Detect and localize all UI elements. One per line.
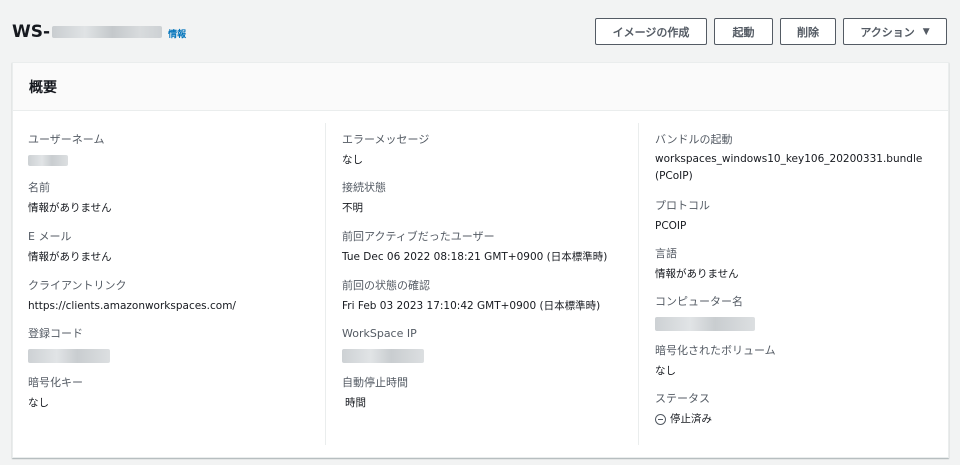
summary-column-1: ユーザーネーム 名前 情報がありません E メール 情報がありません クライアン… <box>28 123 324 445</box>
field-workspace-ip: WorkSpace IP <box>342 327 424 367</box>
summary-column-2: エラーメッセージ なし 接続状態 不明 前回アクティブだったユーザー Tue D… <box>325 123 638 445</box>
redacted-username <box>28 155 68 166</box>
auto-stop-time-label: 自動停止時間 <box>342 376 408 389</box>
redacted-computer-name <box>655 317 755 331</box>
panel-title: 概要 <box>29 79 57 96</box>
field-email: E メール 情報がありません <box>28 230 112 264</box>
name-value: 情報がありません <box>28 202 112 214</box>
field-last-active-user: 前回アクティブだったユーザー Tue Dec 06 2022 08:18:21 … <box>342 230 607 264</box>
summary-columns: ユーザーネーム 名前 情報がありません E メール 情報がありません クライアン… <box>13 111 948 457</box>
protocol-value: PCOIP <box>655 220 687 232</box>
summary-panel: 概要 ユーザーネーム 名前 情報がありません E メール 情報がありません クラ… <box>12 62 949 458</box>
connection-state-value: 不明 <box>342 202 363 214</box>
encryption-key-value: なし <box>28 397 49 409</box>
actions-label: アクション <box>860 25 915 39</box>
status-value: 停止済み <box>655 412 712 426</box>
registration-code-label: 登録コード <box>28 327 83 340</box>
last-state-check-value: Fri Feb 03 2023 17:10:42 GMT+0900 (日本標準時… <box>342 300 601 312</box>
delete-button[interactable]: 削除 <box>780 18 836 45</box>
email-label: E メール <box>28 230 72 243</box>
workspace-title: WS- 情報 <box>12 22 186 42</box>
encryption-key-label: 暗号化キー <box>28 376 83 389</box>
workspace-id-prefix: WS- <box>12 22 51 42</box>
panel-header: 概要 <box>13 63 948 111</box>
redacted-registration-code <box>28 349 110 363</box>
caret-down-icon: ▼ <box>922 26 930 37</box>
encrypted-volume-value: なし <box>655 365 676 377</box>
summary-column-3: バンドルの起動 workspaces_windows10_key106_2020… <box>638 123 938 445</box>
language-label: 言語 <box>655 247 677 260</box>
client-link-label: クライアントリンク <box>28 279 127 292</box>
start-button[interactable]: 起動 <box>714 18 773 45</box>
computer-name-label: コンピューター名 <box>655 295 743 308</box>
status-label: ステータス <box>655 392 710 405</box>
redacted-workspace-ip <box>342 349 424 363</box>
error-message-value: なし <box>342 154 363 166</box>
field-bundle: バンドルの起動 workspaces_windows10_key106_2020… <box>655 133 935 185</box>
field-username: ユーザーネーム <box>28 133 104 170</box>
email-value: 情報がありません <box>28 251 112 263</box>
field-language: 言語 情報がありません <box>655 247 739 281</box>
status-text: 停止済み <box>670 413 712 425</box>
last-active-user-value: Tue Dec 06 2022 08:18:21 GMT+0900 (日本標準時… <box>342 251 608 263</box>
auto-stop-time-value: 時間 <box>345 397 366 409</box>
workspace-ip-label: WorkSpace IP <box>342 327 417 340</box>
field-protocol: プロトコル PCOIP <box>655 199 710 233</box>
connection-state-label: 接続状態 <box>342 181 386 194</box>
field-error-message: エラーメッセージ なし <box>342 133 429 167</box>
name-label: 名前 <box>28 181 50 194</box>
stopped-icon <box>655 413 666 425</box>
error-message-label: エラーメッセージ <box>342 133 430 146</box>
bundle-value: workspaces_windows10_key106_20200331.bun… <box>655 153 923 182</box>
username-label: ユーザーネーム <box>28 133 105 146</box>
action-buttons: イメージの作成 起動 削除 アクション ▼ <box>595 18 947 45</box>
field-auto-stop-time: 自動停止時間 時間 <box>342 376 408 410</box>
field-encrypted-volume: 暗号化されたボリューム なし <box>655 344 776 378</box>
actions-dropdown-button[interactable]: アクション ▼ <box>843 18 947 45</box>
info-link[interactable]: 情報 <box>168 27 186 40</box>
language-value: 情報がありません <box>655 268 739 280</box>
protocol-label: プロトコル <box>655 199 710 212</box>
field-registration-code: 登録コード <box>28 327 110 367</box>
client-link-value[interactable]: https://clients.amazonworkspaces.com/ <box>28 299 236 313</box>
field-encryption-key: 暗号化キー なし <box>28 376 83 410</box>
last-active-user-label: 前回アクティブだったユーザー <box>342 230 495 243</box>
redacted-workspace-id <box>52 26 163 38</box>
field-computer-name: コンピューター名 <box>655 295 755 335</box>
encrypted-volume-label: 暗号化されたボリューム <box>655 344 776 357</box>
field-last-state-check: 前回の状態の確認 Fri Feb 03 2023 17:10:42 GMT+09… <box>342 279 600 313</box>
field-status: ステータス 停止済み <box>655 392 712 426</box>
create-image-button[interactable]: イメージの作成 <box>595 18 707 45</box>
field-connection-state: 接続状態 不明 <box>342 181 386 215</box>
last-state-check-label: 前回の状態の確認 <box>342 279 430 292</box>
bundle-label: バンドルの起動 <box>655 133 733 146</box>
field-client-link: クライアントリンク https://clients.amazonworkspac… <box>28 279 236 313</box>
page-header: WS- 情報 イメージの作成 起動 削除 アクション ▼ <box>0 0 960 62</box>
field-name: 名前 情報がありません <box>28 181 112 215</box>
